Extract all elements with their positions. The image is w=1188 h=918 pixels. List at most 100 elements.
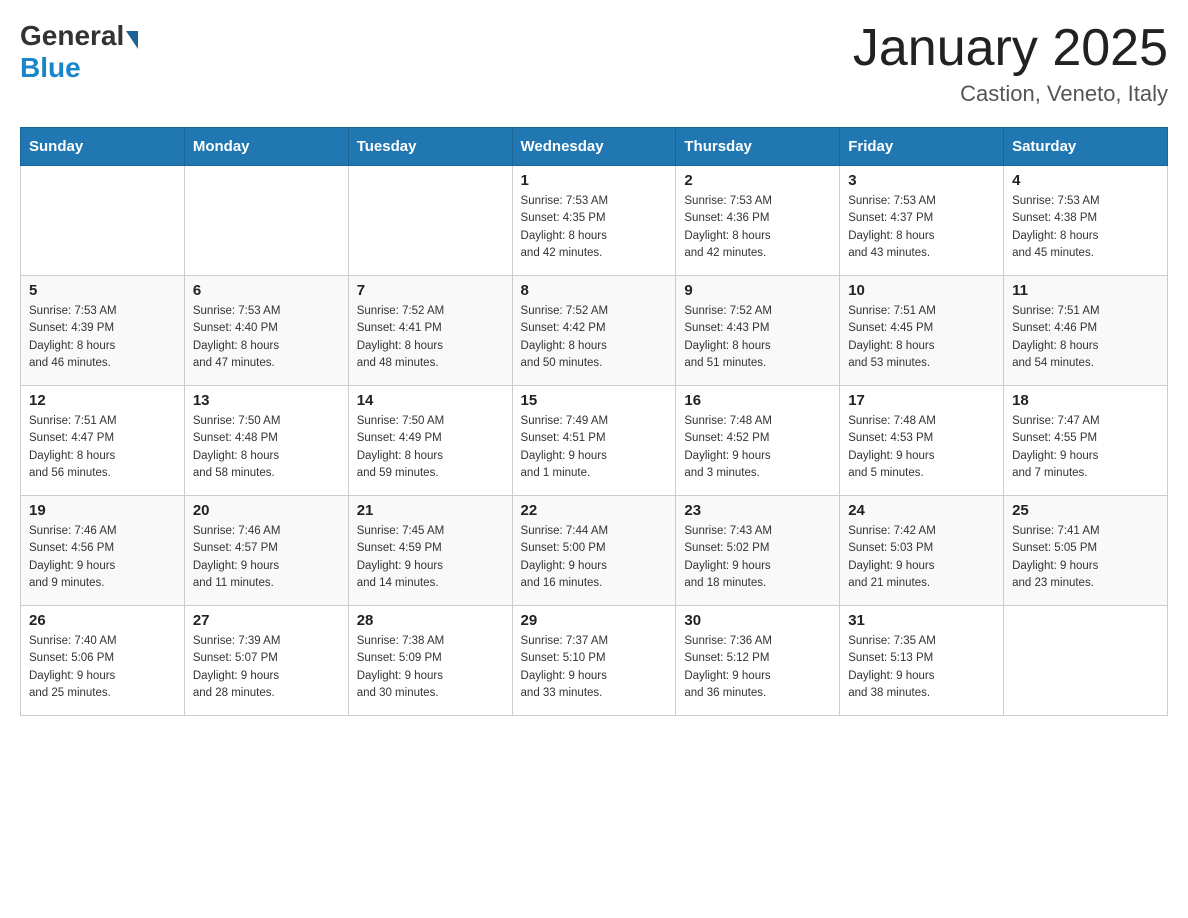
day-number: 21 (357, 502, 504, 519)
logo-general-text: General (20, 20, 124, 52)
calendar-cell: 31Sunrise: 7:35 AM Sunset: 5:13 PM Dayli… (840, 606, 1004, 716)
day-info: Sunrise: 7:47 AM Sunset: 4:55 PM Dayligh… (1012, 413, 1159, 482)
calendar-week-row: 19 Sunrise: 7:46 AM Sunset: 4:56 PM Dayli… (21, 496, 1168, 606)
calendar-cell (348, 166, 512, 276)
day-info: Sunrise: 7:51 AM Sunset: 4:46 PM Dayligh… (1012, 303, 1159, 372)
column-header-friday: Friday (840, 128, 1004, 166)
day-number: 28 (357, 612, 504, 629)
calendar-cell: 3Sunrise: 7:53 AM Sunset: 4:37 PM Daylig… (840, 166, 1004, 276)
column-header-tuesday: Tuesday (348, 128, 512, 166)
page-header: General Blue January 2025 Castion, Venet… (20, 20, 1168, 107)
day-info: Sunrise: 7:41 AM Sunset: 5:05 PM Dayligh… (1012, 523, 1159, 592)
day-number: 4 (1012, 172, 1159, 189)
day-info: Sunrise: 7:53 AM Sunset: 4:37 PM Dayligh… (848, 193, 995, 262)
day-number: 17 (848, 392, 995, 409)
day-info: Sunrise: 7:52 AM Sunset: 4:42 PM Dayligh… (521, 303, 668, 372)
day-info: Sunrise: 7:39 AM Sunset: 5:07 PM Dayligh… (193, 633, 340, 702)
day-number: 29 (521, 612, 668, 629)
day-info: Sunrise: 7:49 AM Sunset: 4:51 PM Dayligh… (521, 413, 668, 482)
calendar-week-row: 5 Sunrise: 7:53 AM Sunset: 4:39 PM Daylig… (21, 276, 1168, 386)
calendar-cell: 27 Sunrise: 7:39 AM Sunset: 5:07 PM Dayli… (184, 606, 348, 716)
day-info: Sunrise: 7:43 AM Sunset: 5:02 PM Dayligh… (684, 523, 831, 592)
logo-arrow-icon (126, 31, 138, 49)
day-number: 26 (29, 612, 176, 629)
day-info: Sunrise: 7:53 AM Sunset: 4:39 PM Dayligh… (29, 303, 176, 372)
day-number: 24 (848, 502, 995, 519)
calendar-cell: 28 Sunrise: 7:38 AM Sunset: 5:09 PM Dayli… (348, 606, 512, 716)
day-number: 25 (1012, 502, 1159, 519)
calendar-cell: 30 Sunrise: 7:36 AM Sunset: 5:12 PM Dayli… (676, 606, 840, 716)
calendar-cell (1004, 606, 1168, 716)
calendar-week-row: 26 Sunrise: 7:40 AM Sunset: 5:06 PM Dayli… (21, 606, 1168, 716)
day-info: Sunrise: 7:36 AM Sunset: 5:12 PM Dayligh… (684, 633, 831, 702)
day-number: 14 (357, 392, 504, 409)
day-number: 27 (193, 612, 340, 629)
day-info: Sunrise: 7:52 AM Sunset: 4:41 PM Dayligh… (357, 303, 504, 372)
logo-blue-text: Blue (20, 52, 81, 84)
day-number: 19 (29, 502, 176, 519)
day-info: Sunrise: 7:51 AM Sunset: 4:47 PM Dayligh… (29, 413, 176, 482)
calendar-cell: 2 Sunrise: 7:53 AM Sunset: 4:36 PM Daylig… (676, 166, 840, 276)
day-info: Sunrise: 7:48 AM Sunset: 4:53 PM Dayligh… (848, 413, 995, 482)
calendar-cell: 18 Sunrise: 7:47 AM Sunset: 4:55 PM Dayli… (1004, 386, 1168, 496)
day-info: Sunrise: 7:53 AM Sunset: 4:36 PM Dayligh… (684, 193, 831, 262)
column-header-sunday: Sunday (21, 128, 185, 166)
calendar-week-row: 1 Sunrise: 7:53 AM Sunset: 4:35 PM Daylig… (21, 166, 1168, 276)
day-info: Sunrise: 7:46 AM Sunset: 4:56 PM Dayligh… (29, 523, 176, 592)
calendar-cell: 7 Sunrise: 7:52 AM Sunset: 4:41 PM Daylig… (348, 276, 512, 386)
month-title: January 2025 (853, 20, 1168, 77)
day-info: Sunrise: 7:38 AM Sunset: 5:09 PM Dayligh… (357, 633, 504, 702)
calendar-cell: 6 Sunrise: 7:53 AM Sunset: 4:40 PM Daylig… (184, 276, 348, 386)
calendar-cell: 17 Sunrise: 7:48 AM Sunset: 4:53 PM Dayli… (840, 386, 1004, 496)
calendar-cell: 16 Sunrise: 7:48 AM Sunset: 4:52 PM Dayli… (676, 386, 840, 496)
calendar-cell: 9 Sunrise: 7:52 AM Sunset: 4:43 PM Daylig… (676, 276, 840, 386)
calendar-cell: 15Sunrise: 7:49 AM Sunset: 4:51 PM Dayli… (512, 386, 676, 496)
day-number: 16 (684, 392, 831, 409)
calendar-cell: 4 Sunrise: 7:53 AM Sunset: 4:38 PM Daylig… (1004, 166, 1168, 276)
column-header-monday: Monday (184, 128, 348, 166)
day-info: Sunrise: 7:45 AM Sunset: 4:59 PM Dayligh… (357, 523, 504, 592)
calendar-cell: 26 Sunrise: 7:40 AM Sunset: 5:06 PM Dayli… (21, 606, 185, 716)
calendar-cell (184, 166, 348, 276)
day-info: Sunrise: 7:48 AM Sunset: 4:52 PM Dayligh… (684, 413, 831, 482)
column-header-saturday: Saturday (1004, 128, 1168, 166)
day-info: Sunrise: 7:51 AM Sunset: 4:45 PM Dayligh… (848, 303, 995, 372)
day-info: Sunrise: 7:53 AM Sunset: 4:38 PM Dayligh… (1012, 193, 1159, 262)
calendar-cell: 22Sunrise: 7:44 AM Sunset: 5:00 PM Dayli… (512, 496, 676, 606)
calendar-cell: 1 Sunrise: 7:53 AM Sunset: 4:35 PM Daylig… (512, 166, 676, 276)
day-info: Sunrise: 7:40 AM Sunset: 5:06 PM Dayligh… (29, 633, 176, 702)
calendar-cell: 8 Sunrise: 7:52 AM Sunset: 4:42 PM Daylig… (512, 276, 676, 386)
calendar-cell: 5 Sunrise: 7:53 AM Sunset: 4:39 PM Daylig… (21, 276, 185, 386)
calendar-header-row: SundayMondayTuesdayWednesdayThursdayFrid… (21, 128, 1168, 166)
calendar-cell: 20 Sunrise: 7:46 AM Sunset: 4:57 PM Dayli… (184, 496, 348, 606)
day-info: Sunrise: 7:46 AM Sunset: 4:57 PM Dayligh… (193, 523, 340, 592)
calendar-cell: 25 Sunrise: 7:41 AM Sunset: 5:05 PM Dayli… (1004, 496, 1168, 606)
logo: General Blue (20, 20, 140, 84)
day-info: Sunrise: 7:53 AM Sunset: 4:40 PM Dayligh… (193, 303, 340, 372)
day-number: 9 (684, 282, 831, 299)
calendar-cell: 29Sunrise: 7:37 AM Sunset: 5:10 PM Dayli… (512, 606, 676, 716)
day-number: 12 (29, 392, 176, 409)
day-number: 23 (684, 502, 831, 519)
column-header-wednesday: Wednesday (512, 128, 676, 166)
location-title: Castion, Veneto, Italy (853, 81, 1168, 107)
day-info: Sunrise: 7:53 AM Sunset: 4:35 PM Dayligh… (521, 193, 668, 262)
day-info: Sunrise: 7:35 AM Sunset: 5:13 PM Dayligh… (848, 633, 995, 702)
calendar-week-row: 12 Sunrise: 7:51 AM Sunset: 4:47 PM Dayli… (21, 386, 1168, 496)
day-number: 8 (521, 282, 668, 299)
day-number: 20 (193, 502, 340, 519)
day-info: Sunrise: 7:42 AM Sunset: 5:03 PM Dayligh… (848, 523, 995, 592)
day-number: 7 (357, 282, 504, 299)
day-number: 18 (1012, 392, 1159, 409)
calendar-table: SundayMondayTuesdayWednesdayThursdayFrid… (20, 127, 1168, 716)
day-number: 30 (684, 612, 831, 629)
day-number: 5 (29, 282, 176, 299)
day-number: 1 (521, 172, 668, 189)
day-number: 2 (684, 172, 831, 189)
day-info: Sunrise: 7:52 AM Sunset: 4:43 PM Dayligh… (684, 303, 831, 372)
calendar-cell: 13Sunrise: 7:50 AM Sunset: 4:48 PM Dayli… (184, 386, 348, 496)
day-number: 6 (193, 282, 340, 299)
calendar-cell: 19 Sunrise: 7:46 AM Sunset: 4:56 PM Dayli… (21, 496, 185, 606)
day-number: 22 (521, 502, 668, 519)
day-number: 13 (193, 392, 340, 409)
